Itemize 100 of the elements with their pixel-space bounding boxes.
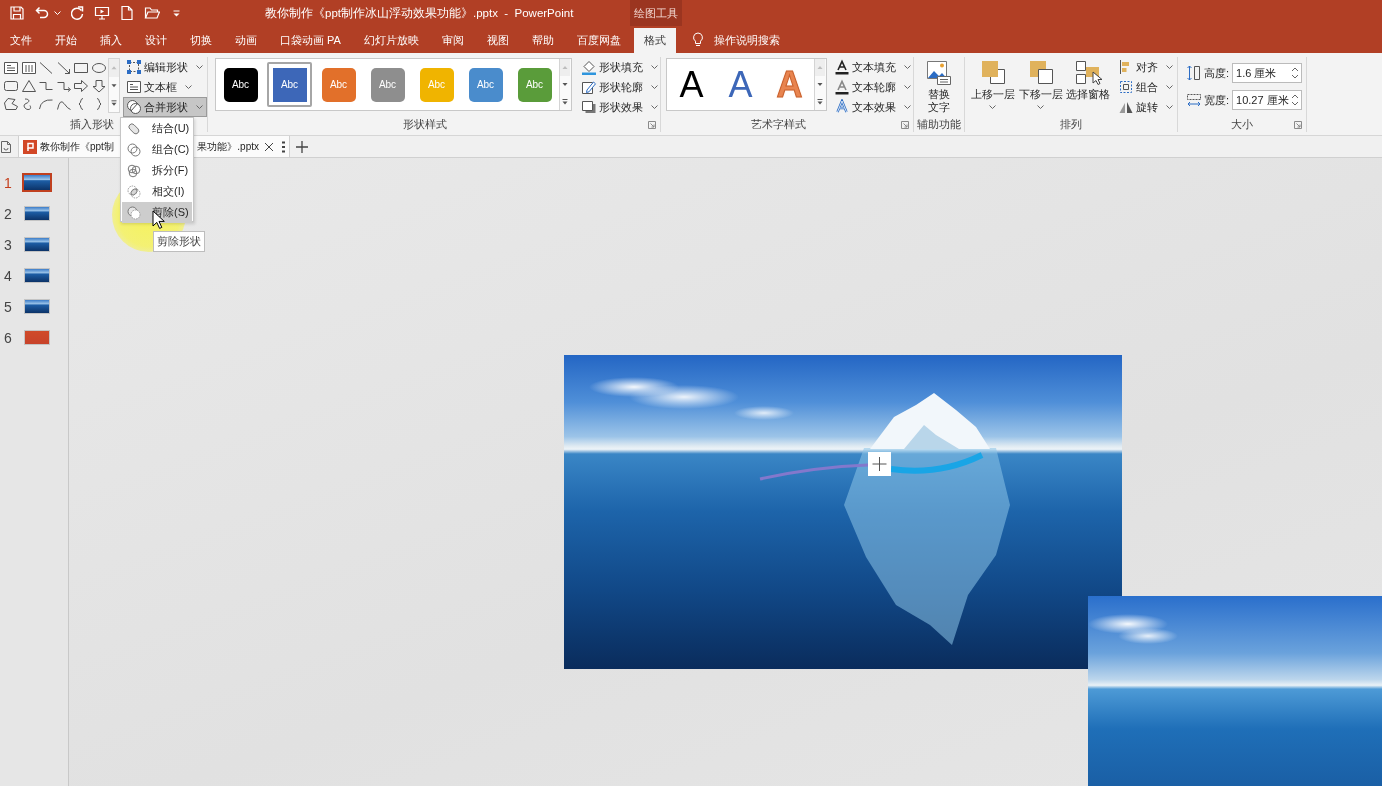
group-button[interactable]: 组合 <box>1115 77 1177 97</box>
style-swatch[interactable]: Abc <box>468 67 503 102</box>
redo-icon[interactable] <box>69 5 85 21</box>
presenter-view-icon[interactable] <box>94 5 110 21</box>
customize-icon[interactable] <box>173 9 180 17</box>
window-title: 教你制作《ppt制作冰山浮动效果功能》.pptx - PowerPoint <box>265 6 574 19</box>
shape-fill-button[interactable]: 形状填充 <box>578 57 662 77</box>
wordart-style-option[interactable]: A <box>668 61 715 108</box>
ribbon-tab[interactable]: 幻灯片放映 <box>353 28 429 53</box>
ribbon-tab[interactable]: 百度网盘 <box>566 28 631 53</box>
arc-icon[interactable] <box>38 97 54 111</box>
caret-icon <box>1166 105 1173 109</box>
text-outline-button[interactable]: 文本轮廓 <box>831 77 915 97</box>
group-icon <box>1118 79 1134 95</box>
number-field[interactable]: 1.6 厘米 <box>1232 63 1303 83</box>
line-icon[interactable] <box>38 61 54 75</box>
number-field[interactable]: 10.27 厘米 <box>1232 90 1303 110</box>
text-fill-button[interactable]: 文本填充 <box>831 57 915 77</box>
merge-shapes-button[interactable]: 合并形状 <box>122 97 207 117</box>
dialog-launcher-icon[interactable] <box>1294 121 1302 130</box>
undo-icon[interactable] <box>34 5 50 21</box>
new-document-icon[interactable] <box>119 5 135 21</box>
elbow-arrow-icon[interactable] <box>55 79 72 93</box>
down-arrow-icon[interactable] <box>90 79 107 93</box>
save-icon[interactable] <box>9 5 25 21</box>
text-box-icon[interactable] <box>3 61 19 75</box>
freeform-icon[interactable] <box>3 97 19 111</box>
shape-outline-button[interactable]: 形状轮廓 <box>578 77 662 97</box>
dialog-launcher-icon[interactable] <box>648 121 656 130</box>
rectangle-icon[interactable] <box>73 61 89 75</box>
open-folder-icon[interactable] <box>144 5 160 21</box>
shape-effects-button[interactable]: 形状效果 <box>578 97 662 117</box>
vertical-text-box-icon[interactable] <box>20 61 37 75</box>
caret-icon <box>1166 65 1173 69</box>
selection-pane-icon <box>1074 59 1103 87</box>
lightbulb-icon[interactable] <box>691 32 704 48</box>
style-swatch[interactable]: Abc <box>267 62 312 107</box>
arrow-line-icon[interactable] <box>55 61 72 75</box>
ribbon-tab[interactable]: 设计 <box>135 28 177 53</box>
ribbon-tab[interactable]: 切换 <box>180 28 222 53</box>
caret-icon <box>989 105 997 109</box>
group-label: 艺术字样式 <box>750 118 806 131</box>
slide-thumbnail[interactable] <box>24 268 50 283</box>
photo-placeholder[interactable] <box>564 355 1122 669</box>
caret-icon <box>904 65 911 69</box>
ribbon-tab[interactable]: 帮助 <box>521 28 564 53</box>
right-arrow-icon[interactable] <box>73 79 89 93</box>
slide-thumbnail[interactable] <box>24 237 50 252</box>
merge-shapes-icon <box>125 99 142 115</box>
elbow-connector-icon[interactable] <box>38 79 54 93</box>
triangle-icon[interactable] <box>20 79 37 93</box>
send-backward-button[interactable]: 下移一层 <box>1016 57 1065 109</box>
slide-thumbnail[interactable] <box>24 330 50 345</box>
dialog-launcher-icon[interactable] <box>901 121 909 130</box>
tell-me-search[interactable]: 操作说明搜索 <box>713 28 780 53</box>
menu-item[interactable]: 相交(I) <box>122 181 192 202</box>
align-button[interactable]: 对齐 <box>1115 57 1177 77</box>
ribbon-tab[interactable]: 动画 <box>225 28 267 53</box>
ribbon-tab[interactable]: 格式 <box>633 28 676 53</box>
tab-title: 果功能》.pptx <box>197 139 259 154</box>
text-effects-icon <box>834 99 850 115</box>
new-tab-icon[interactable] <box>296 140 308 153</box>
menu-item[interactable]: 结合(U) <box>122 118 192 139</box>
ribbon-tab[interactable]: 视图 <box>476 28 519 53</box>
close-icon[interactable] <box>264 141 274 152</box>
menu-item[interactable]: 组合(C) <box>122 139 192 160</box>
caret-icon[interactable] <box>54 11 61 15</box>
width-icon <box>1186 91 1202 109</box>
slide-thumbnail[interactable] <box>22 173 52 192</box>
alt-text-icon <box>925 59 953 87</box>
group-label: 大小 <box>1231 118 1253 131</box>
selection-pane-button[interactable]: 选择窗格 <box>1064 57 1112 101</box>
tab-title: 教你制作《ppt制 <box>40 139 114 154</box>
intersect-icon <box>127 184 141 199</box>
text-box-button[interactable]: 文本框 <box>122 77 196 97</box>
field-label: 宽度: <box>1204 92 1230 108</box>
group-label: 插入形状 <box>69 118 114 131</box>
document-icon[interactable] <box>0 139 12 154</box>
text-effects-button[interactable]: 文本效果 <box>831 97 915 117</box>
slide-thumbnail[interactable] <box>24 206 50 221</box>
spinner-icon[interactable] <box>1291 93 1300 107</box>
spinner-icon[interactable] <box>1291 66 1300 80</box>
text-fill-icon <box>834 59 850 75</box>
ribbon-tab[interactable]: 开始 <box>45 28 87 53</box>
ribbon-tab[interactable]: 口袋动画 PA <box>270 28 351 53</box>
height-icon <box>1186 64 1202 82</box>
slide-thumbnail[interactable] <box>24 299 50 314</box>
rotate-button[interactable]: 旋转 <box>1115 97 1177 117</box>
wordart-style-option[interactable]: A <box>717 61 764 108</box>
edit-shape-button[interactable]: 编辑形状 <box>122 57 207 77</box>
ribbon-tab[interactable]: 文件 <box>0 28 42 53</box>
bring-forward-button[interactable]: 上移一层 <box>969 57 1017 109</box>
alt-text-button[interactable]: 替换文字 <box>916 57 962 114</box>
more-options-icon[interactable] <box>282 140 285 153</box>
paint-bucket-icon <box>581 59 597 75</box>
ribbon-tab[interactable]: 插入 <box>90 28 132 53</box>
slide-number: 2 <box>3 205 13 222</box>
ribbon-tab[interactable]: 审阅 <box>431 28 474 53</box>
style-swatch[interactable]: Abc <box>223 67 258 102</box>
menu-item[interactable]: 拆分(F) <box>122 160 192 181</box>
